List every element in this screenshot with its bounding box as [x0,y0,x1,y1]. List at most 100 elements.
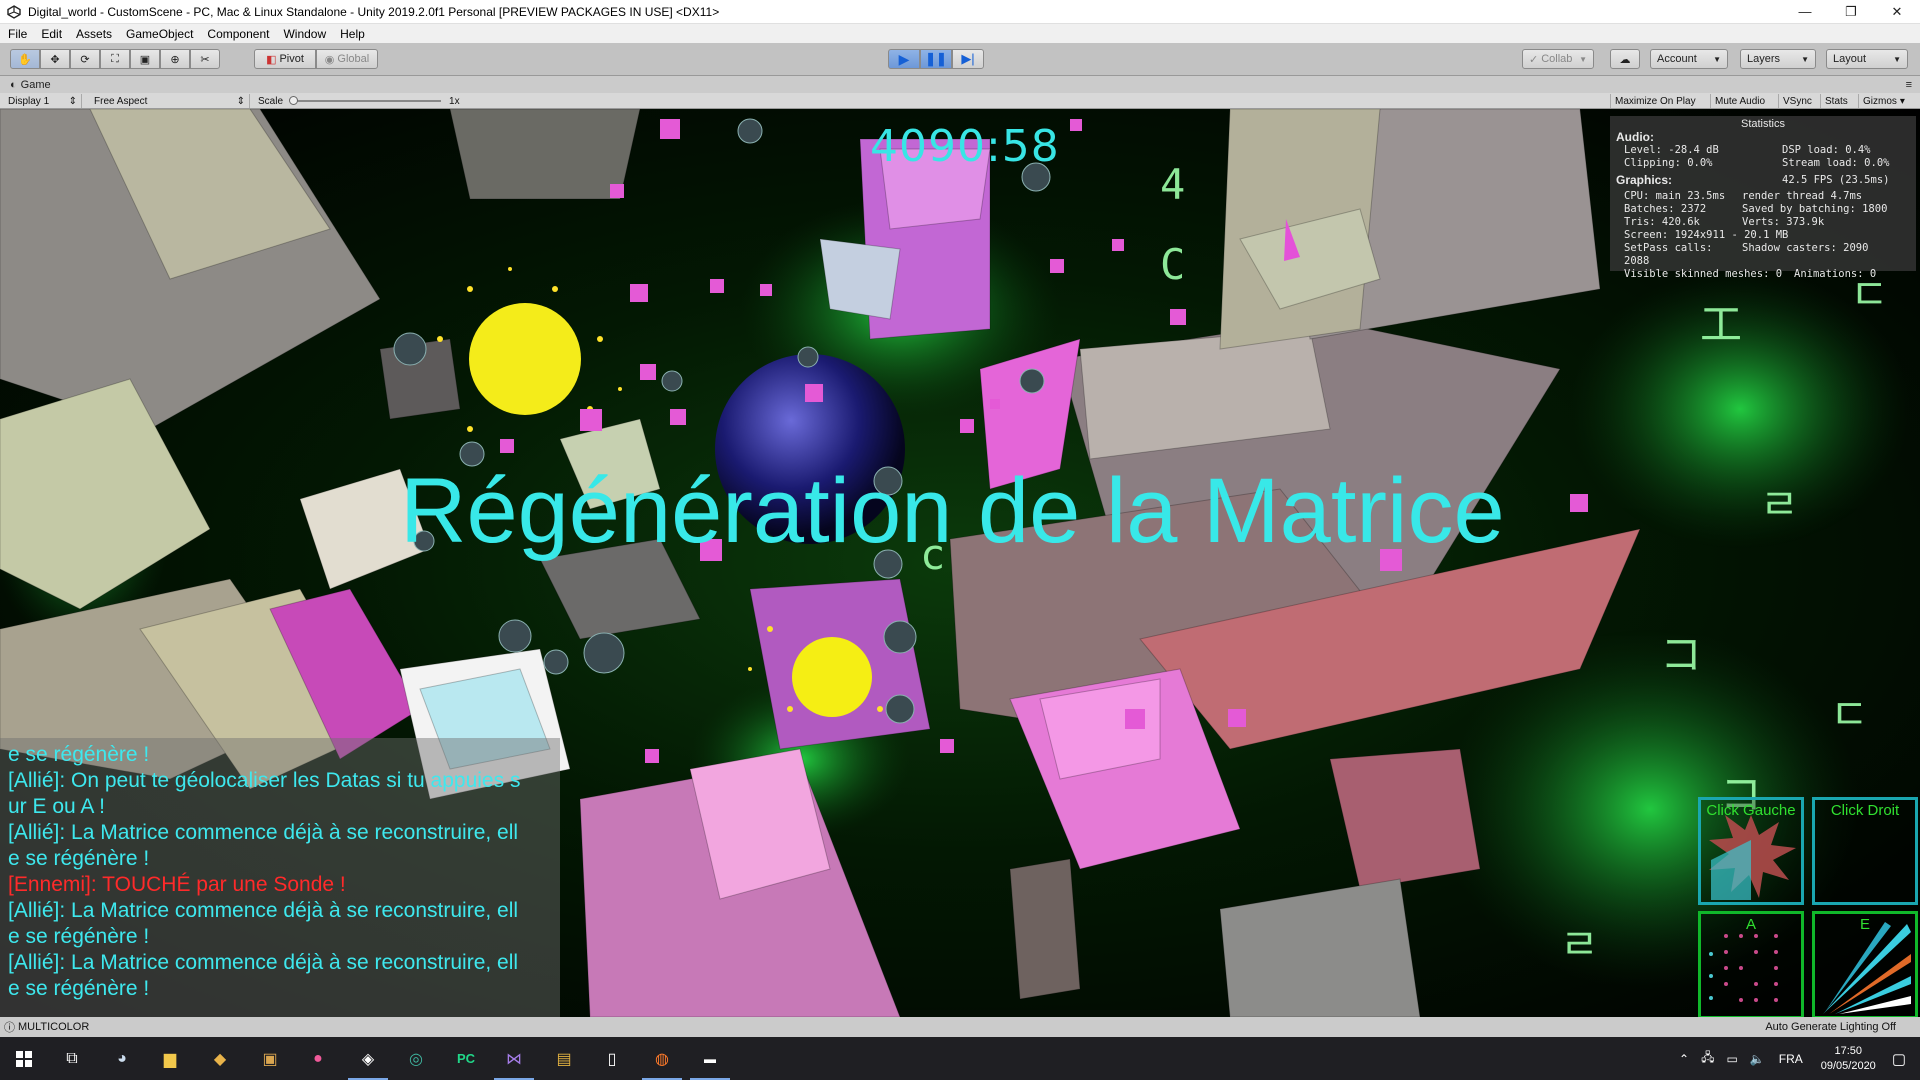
chevron-up-icon[interactable]: ⌃ [1679,1052,1689,1066]
move-icon: ✥ [50,53,60,66]
pivot-icon: ◧ [266,53,277,66]
pause-button[interactable]: ❚❚ [920,49,952,69]
play-controls: ▶ ❚❚ ▶| [888,49,984,69]
play-button[interactable]: ▶ [888,49,920,69]
skinned-meshes: Visible skinned meshes: 0 [1624,268,1783,280]
step-button[interactable]: ▶| [952,49,984,69]
collab-dropdown[interactable]: ✓ Collab ▼ [1522,49,1594,69]
tools-icon: ✂ [200,53,210,66]
firefox-icon: ◍ [655,1050,669,1068]
menu-help[interactable]: Help [332,27,371,41]
stats-toggle[interactable]: Stats [1820,94,1852,108]
cloud-icon: ☁ [1619,53,1631,66]
svg-text:C: C [1160,240,1185,289]
notifications-icon[interactable]: ▢ [1892,1050,1906,1068]
scale-label: Scale [258,95,284,107]
tab-menu-icon[interactable]: ≡ [1906,79,1912,91]
minimize-button[interactable]: — [1782,0,1828,24]
clock[interactable]: 17:50 09/05/2020 [1821,1044,1876,1074]
chat-line: ur E ou A ! [8,795,105,818]
svg-text:ㄷ: ㄷ [1830,690,1869,739]
menu-component[interactable]: Component [199,27,275,41]
statistics-title: Statistics [1740,118,1785,130]
saved-by-batching: Saved by batching: 1800 [1742,203,1888,215]
account-dropdown[interactable]: Account ▼ [1650,49,1728,69]
taskbar-osu[interactable]: ● [294,1037,342,1080]
move-tool-button[interactable]: ✥ [40,49,70,69]
svg-text:4: 4 [1160,160,1185,209]
menu-gameobject[interactable]: GameObject [118,27,199,41]
hand-icon: ✋ [18,53,32,66]
maximize-on-play-toggle[interactable]: Maximize On Play [1610,94,1700,108]
rect-tool-button[interactable]: ▣ [130,49,160,69]
transform-tools: ✋ ✥ ⟳ ⛶ ▣ ⊕ ✂ [10,49,220,69]
network-icon[interactable]: 🖧 [1701,1048,1714,1069]
hand-tool-button[interactable]: ✋ [10,49,40,69]
scale-slider[interactable] [289,96,442,105]
rotate-icon: ⟳ [80,53,90,66]
status-message[interactable]: MULTICOLOR [18,1021,89,1033]
toolbar: ✋ ✥ ⟳ ⛶ ▣ ⊕ ✂ ◧ Pivot ◉ Global ▶ ❚❚ ▶| ✓ Co… [0,43,1920,76]
taskbar-unity[interactable]: ◈ [344,1037,392,1080]
taskbar-visual-studio[interactable]: ⋈ [490,1037,538,1080]
stream-load: Stream load: 0.0% [1782,157,1890,169]
language-indicator[interactable]: FRA [1779,1052,1803,1066]
game-icon: ◐ [10,78,17,91]
tab-game[interactable]: ◐ Game [0,79,51,91]
task-view-button[interactable]: ⧉ [48,1037,96,1080]
global-icon: ◉ [324,53,335,66]
pivot-label: Pivot [279,53,304,65]
scale-slider-thumb[interactable] [289,96,299,105]
system-tray: ⌃ 🖧 ▭ 🔈 FRA 17:50 09/05/2020 ▢ [1673,1037,1920,1080]
battery-icon[interactable]: ▭ [1726,1052,1737,1066]
game-tab-label: Game [20,78,51,91]
rotate-tool-button[interactable]: ⟳ [70,49,100,69]
taskbar-steam[interactable]: ◕ [98,1037,146,1080]
taskbar-pycharm[interactable]: PC [442,1037,490,1080]
chat-line: e se régénère ! [8,977,150,1000]
custom-tool-button[interactable]: ✂ [190,49,220,69]
taskbar-app-diamond[interactable]: ◆ [196,1037,244,1080]
display-dropdown[interactable]: Display 1 ⇕ [4,94,82,108]
layout-dropdown[interactable]: Layout ▼ [1826,49,1908,69]
gizmos-dropdown[interactable]: Gizmos ▾ [1858,94,1909,108]
screen-info: Screen: 1924x911 - 20.1 MB [1624,229,1789,241]
unity-icon [6,4,22,20]
close-button[interactable]: ✕ [1874,0,1920,24]
shadow-casters: Shadow casters: 2090 [1742,242,1869,254]
taskbar-terminal[interactable]: ▬ [686,1037,734,1080]
transform-tool-button[interactable]: ⊕ [160,49,190,69]
start-button[interactable] [0,1037,48,1080]
volume-icon[interactable]: 🔈 [1750,1052,1765,1066]
scale-icon: ⛶ [111,52,119,65]
mute-audio-toggle[interactable]: Mute Audio [1710,94,1769,108]
cloud-button[interactable]: ☁ [1610,49,1640,69]
taskbar-app-gallery[interactable]: ▣ [246,1037,294,1080]
menu-assets[interactable]: Assets [68,27,118,41]
taskbar-firefox[interactable]: ◍ [638,1037,686,1080]
svg-text:コ: コ [1660,630,1702,679]
scale-tool-button[interactable]: ⛶ [100,49,130,69]
global-button[interactable]: ◉ Global [316,49,378,69]
skill-right-click-label: Click Droit [1830,802,1900,819]
render-thread: render thread 4.7ms [1742,190,1863,202]
taskbar-explorer[interactable]: ▆ [146,1037,194,1080]
aspect-dropdown[interactable]: Free Aspect ⇕ [90,94,250,108]
pivot-button[interactable]: ◧ Pivot [254,49,316,69]
menu-window[interactable]: Window [275,27,332,41]
taskbar-app-book[interactable]: ▤ [540,1037,588,1080]
gallery-icon: ▣ [262,1050,278,1068]
menu-file[interactable]: File [0,27,33,41]
clock-time: 17:50 [1834,1044,1863,1057]
unity-icon: ◈ [361,1050,375,1068]
menu-edit[interactable]: Edit [33,27,68,41]
chat-line: [Allié]: La Matrice commence déjà à se r… [8,821,519,844]
osu-icon: ● [313,1049,323,1067]
pause-icon: ❚❚ [925,51,947,66]
vsync-toggle[interactable]: VSync [1778,94,1816,108]
layers-dropdown[interactable]: Layers ▼ [1740,49,1816,69]
taskbar-app-circle[interactable]: ◎ [392,1037,440,1080]
maximize-button[interactable]: ❐ [1828,0,1874,24]
game-view[interactable]: 4C工 ㄹココ ㄷㄷㄹ ㄷㅌc [0,109,1920,1017]
taskbar-notepad[interactable]: ▯ [588,1037,636,1080]
